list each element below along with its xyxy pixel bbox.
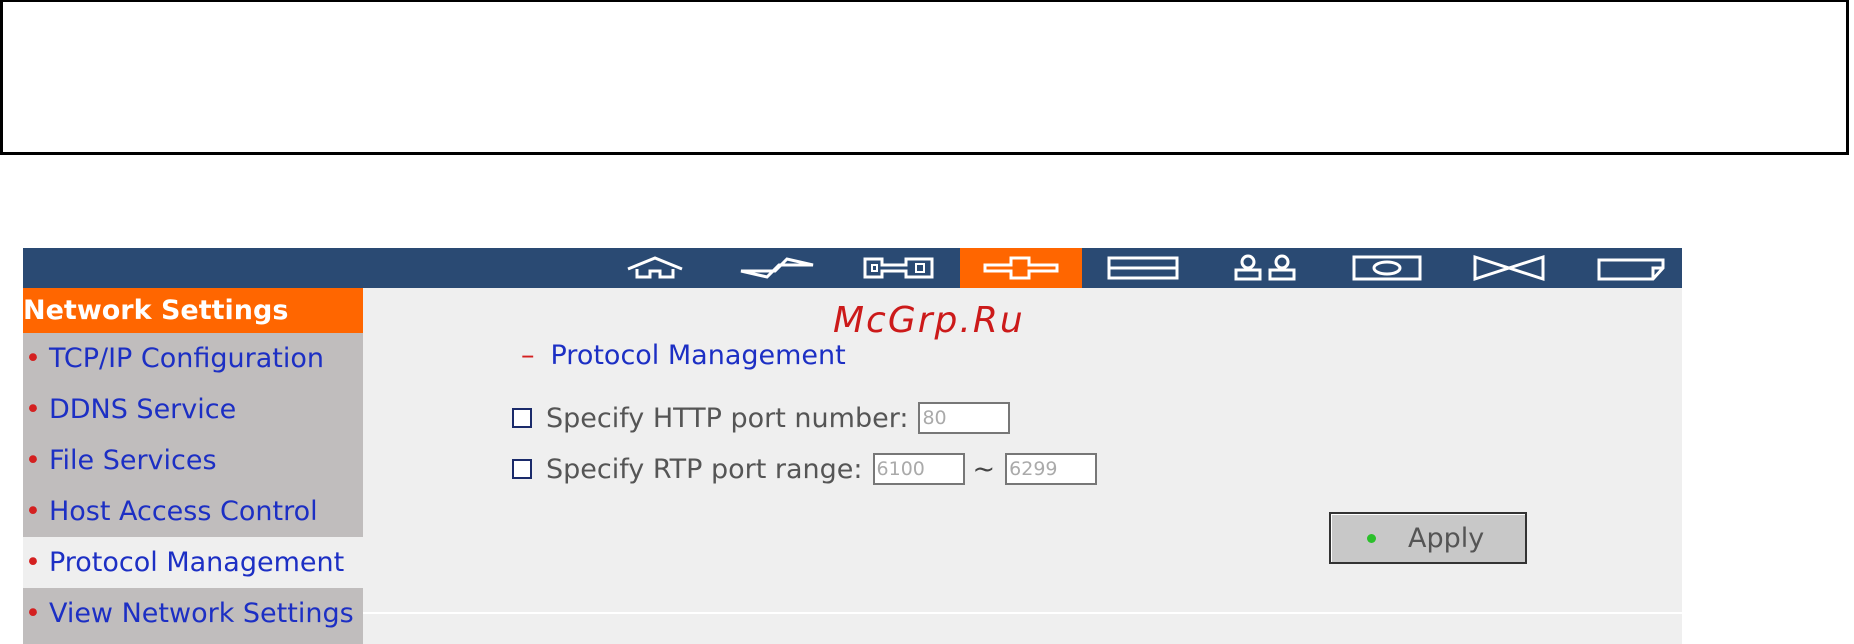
apply-button-label: Apply: [1408, 522, 1485, 554]
watermark: McGrp.Ru: [833, 300, 1025, 341]
apply-button[interactable]: Apply: [1329, 512, 1527, 564]
http-port-input[interactable]: [918, 402, 1011, 434]
sidebar: Network Settings • TCP/IP Configuration •…: [23, 288, 363, 644]
range-separator: ~: [972, 453, 996, 485]
http-port-label: Specify HTTP port number:: [546, 402, 909, 434]
bullet-icon: •: [25, 598, 41, 629]
sidebar-title: Network Settings: [23, 288, 363, 333]
status-dot-icon: [1367, 533, 1376, 543]
content-divider: [363, 612, 1682, 614]
page-title: – Protocol Management: [521, 340, 846, 371]
sidebar-item-label: File Services: [48, 445, 217, 476]
sidebar-item-label: Protocol Management: [48, 547, 345, 578]
nav-tab-security[interactable]: [838, 248, 960, 288]
sidebar-item-ddns[interactable]: • DDNS Service: [23, 384, 363, 435]
key-icon: [863, 257, 934, 279]
top-nav-bar: [23, 248, 1682, 288]
device-icon: [1352, 255, 1422, 281]
sidebar-item-view-network[interactable]: • View Network Settings: [23, 588, 363, 639]
sidebar-item-tcpip[interactable]: • TCP/IP Configuration: [23, 333, 363, 384]
blank-frame: [0, 0, 1849, 155]
nav-tab-devices[interactable]: [1326, 248, 1448, 288]
sidebar-item-label: View Network Settings: [48, 598, 354, 629]
home-icon: [627, 256, 683, 279]
http-port-row: Specify HTTP port number:: [512, 400, 1011, 436]
page-title-label: Protocol Management: [550, 340, 846, 371]
nav-tab-power[interactable]: [716, 248, 838, 288]
sidebar-item-label: TCP/IP Configuration: [48, 343, 325, 374]
nav-tab-disk[interactable]: [1082, 248, 1204, 288]
rtp-port-row: Specify RTP port range: ~: [512, 451, 1098, 487]
rtp-port-checkbox[interactable]: [512, 459, 532, 479]
sidebar-item-file-services[interactable]: • File Services: [23, 435, 363, 486]
sidebar-item-host-access[interactable]: • Host Access Control: [23, 486, 363, 537]
bullet-icon: •: [25, 496, 41, 527]
bullet-icon: •: [25, 445, 41, 476]
bullet-icon: •: [25, 547, 41, 578]
nav-tab-home[interactable]: [594, 248, 716, 288]
rtp-port-from-input[interactable]: [872, 453, 965, 485]
nav-tab-users[interactable]: [1204, 248, 1326, 288]
bullet-icon: •: [25, 343, 41, 374]
network-icon: [983, 256, 1059, 280]
nav-tab-network[interactable]: [960, 248, 1082, 288]
sidebar-item-protocol-management[interactable]: • Protocol Management: [23, 537, 363, 588]
rtp-port-label: Specify RTP port range:: [546, 453, 863, 485]
nav-tab-applications[interactable]: [1448, 248, 1570, 288]
users-icon: [1234, 254, 1296, 281]
note-icon: [1597, 258, 1665, 281]
rtp-port-to-input[interactable]: [1005, 453, 1098, 485]
disk-icon: [1107, 256, 1179, 280]
sidebar-item-label: Host Access Control: [48, 496, 318, 527]
http-port-checkbox[interactable]: [512, 408, 532, 428]
hourglass-icon: [1473, 254, 1545, 282]
bullet-icon: •: [25, 394, 41, 425]
collapse-dash-icon: –: [521, 340, 535, 371]
sidebar-item-label: DDNS Service: [48, 394, 237, 425]
nav-tab-status[interactable]: [1570, 248, 1692, 288]
lightning-icon: [740, 257, 814, 279]
